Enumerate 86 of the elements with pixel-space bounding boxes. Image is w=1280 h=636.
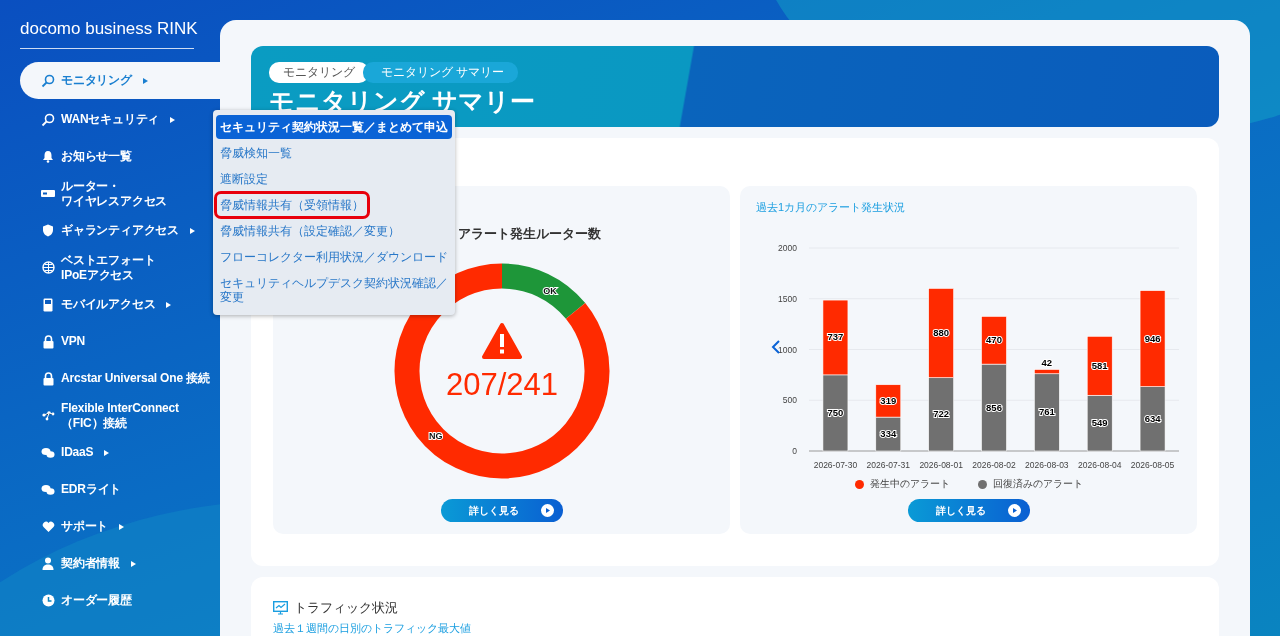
play-circle-icon [541, 504, 554, 517]
nav-label: Arcstar Universal One 接続 [61, 371, 210, 386]
bar-value-label: 761 [1038, 406, 1055, 418]
mobile-icon [43, 297, 53, 312]
axis-category-label: 2026-08-04 [1077, 460, 1121, 470]
nav-item[interactable]: 契約者情報 [0, 545, 220, 582]
chat-icon [41, 483, 55, 496]
segment-label: OK [542, 286, 557, 297]
nav-label: サポート [61, 519, 109, 534]
chart-title: 過去1カ月のアラート発生状況 [756, 200, 906, 215]
person-icon [42, 557, 54, 570]
chat-icon [41, 446, 55, 459]
nav-label: Flexible InterConnect （FIC）接続 [61, 400, 179, 431]
legend-label: 発生中のアラート [869, 477, 950, 491]
nav-item[interactable]: IDaaS [0, 434, 220, 471]
warning-icon [481, 323, 522, 359]
router-icon [41, 190, 55, 197]
breadcrumb-item: モニタリング サマリー [363, 62, 519, 83]
bell-icon [42, 150, 54, 163]
axis-category-label: 2026-07-31 [866, 460, 910, 470]
bar-segment [875, 416, 901, 452]
bar-value-label: 750 [827, 406, 843, 418]
bar-value-label: 737 [827, 331, 843, 343]
bar-value-label: 334 [879, 428, 896, 440]
submenu-item[interactable]: セキュリティ契約状況一覧／まとめて申込 [216, 115, 452, 139]
bar-value-label: 634 [1144, 412, 1160, 424]
heart-icon [41, 520, 55, 533]
details-button[interactable]: 詳しく見る [907, 499, 1030, 522]
monitor-chart-icon [273, 601, 288, 615]
axis-tick-label: 2000 [777, 243, 797, 253]
nav-label: 契約者情報 [61, 556, 120, 571]
bar-value-label: 880 [932, 327, 949, 339]
nav-item[interactable]: VPN [0, 323, 220, 360]
axis-category-label: 2026-08-03 [1024, 460, 1069, 470]
axis-tick-label: 1000 [777, 344, 797, 355]
axis-category-label: 2026-08-05 [1130, 460, 1174, 470]
nav-label: WANセキュリティ [61, 112, 160, 127]
nav-label: ギャランティアクセス [61, 223, 179, 238]
chevron-left-icon[interactable] [771, 340, 780, 354]
network-icon [41, 410, 55, 421]
axis-tick-label: 500 [782, 395, 797, 406]
nav-item[interactable]: モニタリング [20, 62, 220, 99]
panel-title: アラート発生ルーター数 [458, 225, 601, 243]
nav-label: オーダー履歴 [61, 593, 132, 608]
nav-label: EDRライト [61, 482, 122, 497]
bar-segment [1086, 336, 1112, 396]
nav-label: ベストエフォート IPoEアクセス [61, 252, 156, 283]
nav-label: お知らせ一覧 [61, 149, 132, 164]
search-icon [41, 73, 55, 88]
bar-value-label: 581 [1091, 359, 1108, 371]
bar-value-label: 549 [1091, 417, 1108, 429]
nav-label: IDaaS [61, 445, 94, 460]
bar-value-label: 722 [932, 408, 949, 420]
alert-count: 207/241 [445, 367, 558, 402]
axis-category-label: 2026-08-02 [971, 460, 1016, 470]
nav-item[interactable]: Flexible InterConnect （FIC）接続 [0, 397, 220, 434]
clock-icon [41, 594, 55, 607]
bar-value-label: 42 [1041, 357, 1052, 369]
bar-segment [1086, 394, 1112, 452]
section-title: トラフィック状況 [294, 599, 398, 617]
axis-tick-label: 0 [791, 446, 797, 456]
search-icon [41, 112, 55, 127]
nav-item[interactable]: サポート [0, 508, 220, 545]
nav-item[interactable]: オーダー履歴 [0, 582, 220, 619]
bar-segment [875, 384, 901, 418]
traffic-link[interactable]: 過去１週間の日別のトラフィック最大値 [273, 621, 471, 636]
nav-item[interactable]: EDRライト [0, 471, 220, 508]
bar-value-label: 470 [985, 334, 1002, 346]
nav-label: VPN [61, 334, 86, 349]
nav-label: モバイルアクセス [61, 297, 156, 312]
axis-tick-label: 1500 [777, 293, 797, 304]
lock-icon [42, 371, 54, 386]
segment-label: NG [428, 431, 442, 442]
lock-icon [42, 334, 54, 349]
nav-label: モニタリング [61, 73, 132, 88]
bar-value-label: 319 [879, 394, 896, 406]
axis-category-label: 2026-08-01 [918, 460, 963, 470]
shield-icon [42, 224, 54, 237]
nav-label: ルーター・ ワイヤレスアクセス [61, 178, 168, 209]
details-button[interactable]: 詳しく見る [440, 499, 563, 522]
nav-item[interactable]: Arcstar Universal One 接続 [0, 360, 220, 397]
play-circle-icon [1008, 504, 1021, 517]
bar-value-label: 946 [1144, 332, 1160, 344]
legend-label: 回復済みのアラート [992, 477, 1083, 491]
globe-icon [41, 261, 55, 274]
axis-category-label: 2026-07-30 [813, 460, 857, 470]
